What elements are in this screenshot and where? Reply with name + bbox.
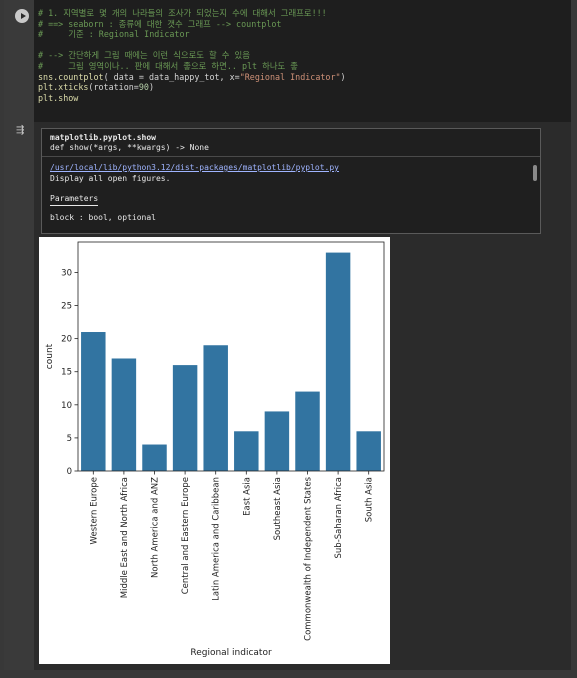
tooltip-signature: def show(*args, **kwargs) -> None bbox=[50, 143, 209, 152]
code-token: 90 bbox=[138, 82, 149, 93]
code-editor[interactable]: # 1. 지역별로 몇 개의 나라들의 조사가 되었는지 수에 대해서 그래프로… bbox=[34, 0, 571, 122]
y-tick-label: 0 bbox=[67, 467, 72, 477]
y-tick-label: 15 bbox=[61, 368, 72, 378]
code-token: sns.countplot bbox=[38, 71, 104, 82]
code-token: ) bbox=[148, 82, 154, 93]
x-axis-label: Regional indicator bbox=[190, 648, 272, 658]
docstring-tooltip: matplotlib.pyplot.show def show(*args, *… bbox=[41, 128, 541, 234]
x-tick-label: Southeast Asia bbox=[273, 477, 283, 540]
x-tick-label: East Asia bbox=[242, 477, 252, 516]
y-tick-label: 20 bbox=[61, 335, 72, 345]
tooltip-title: matplotlib.pyplot.show bbox=[50, 133, 156, 142]
x-tick-label: Sub-Saharan Africa bbox=[334, 477, 344, 558]
x-tick-label: South Asia bbox=[365, 477, 375, 522]
x-tick-label: Middle East and North Africa bbox=[120, 477, 130, 598]
output-toggle-icon[interactable]: ⇶ bbox=[16, 126, 29, 136]
x-tick-label: Central and Eastern Europe bbox=[181, 477, 191, 594]
code-token: ( data = data_happy_tot, x= bbox=[103, 71, 240, 82]
code-token: # 기준 : Regional Indicator bbox=[38, 29, 190, 40]
plot-output: 0 5 10 15 20 25 30 Western Europe Middle East an… bbox=[39, 237, 390, 664]
code-token: # --> 간단하게 그림 때에는 이런 식으로도 할 수 있음 bbox=[38, 50, 250, 61]
code-line[interactable]: # ==> seaborn : 종류에 대한 갯수 그래프 --> countp… bbox=[38, 19, 571, 30]
bar bbox=[81, 332, 106, 471]
bar bbox=[264, 411, 290, 471]
bar bbox=[325, 252, 351, 471]
cell-gutter bbox=[4, 0, 34, 670]
code-line[interactable]: plt.show bbox=[38, 93, 571, 104]
code-line[interactable]: # --> 간단하게 그림 때에는 이런 식으로도 할 수 있음 bbox=[38, 50, 571, 61]
bar bbox=[172, 365, 198, 471]
code-token: # 1. 지역별로 몇 개의 나라들의 조사가 되었는지 수에 대해서 그래프로… bbox=[38, 8, 327, 18]
code-token: plt.xticks bbox=[38, 82, 89, 93]
code-line[interactable]: # 1. 지역별로 몇 개의 나라들의 조사가 되었는지 수에 대해서 그래프로… bbox=[38, 8, 571, 19]
bar bbox=[234, 431, 259, 471]
code-token: ) bbox=[340, 71, 346, 82]
bar bbox=[203, 345, 228, 471]
y-tick-label: 25 bbox=[61, 302, 72, 312]
y-tick-label: 5 bbox=[67, 434, 72, 444]
run-cell-button[interactable] bbox=[15, 9, 29, 23]
bar bbox=[111, 358, 137, 471]
parameters-heading: Parameters bbox=[50, 193, 99, 206]
x-tick-label: Western Europe bbox=[89, 477, 99, 544]
bar bbox=[142, 444, 167, 471]
y-axis-label: count bbox=[45, 343, 55, 369]
param-block: block : bool, optional bbox=[50, 213, 156, 222]
code-line[interactable]: sns.countplot( data = data_happy_tot, x=… bbox=[38, 72, 571, 83]
x-tick-label: Commonwealth of Independent States bbox=[304, 476, 314, 640]
y-tick-label: 30 bbox=[61, 268, 72, 278]
y-tick-label: 10 bbox=[61, 401, 72, 411]
x-tick-label: North America and ANZ bbox=[151, 477, 161, 578]
x-tick-label: Latin America and Caribbean bbox=[212, 477, 222, 601]
notebook-cell: ⇶ # 1. 지역별로 몇 개의 나라들의 조사가 되었는지 수에 대해서 그래… bbox=[4, 0, 571, 670]
bar bbox=[295, 391, 320, 471]
code-token: (rotation= bbox=[88, 82, 139, 93]
bar bbox=[356, 431, 381, 471]
code-line[interactable]: # 기준 : Regional Indicator bbox=[38, 29, 571, 40]
tooltip-scrollbar[interactable] bbox=[533, 165, 537, 181]
code-token: "Regional Indicator" bbox=[239, 71, 341, 82]
code-token: # 그림 영역이나.. 판에 대해서 좋으로 하면.. plt 하나도 좋 bbox=[38, 60, 298, 71]
code-token: # ==> seaborn : 종류에 대한 갯수 그래프 --> countp… bbox=[38, 18, 282, 29]
source-path-link[interactable]: /usr/local/lib/python3.12/dist-packages/… bbox=[50, 162, 532, 173]
code-line[interactable]: plt.xticks(rotation=90) bbox=[38, 82, 571, 93]
code-line[interactable]: # 그림 영역이나.. 판에 대해서 좋으로 하면.. plt 하나도 좋 bbox=[38, 61, 571, 72]
code-token: plt.show bbox=[38, 92, 79, 103]
tooltip-description: Display all open figures. bbox=[50, 174, 171, 183]
code-line[interactable] bbox=[38, 40, 571, 51]
countplot-chart: 0 5 10 15 20 25 30 Western Europe Middle East an… bbox=[45, 241, 385, 658]
